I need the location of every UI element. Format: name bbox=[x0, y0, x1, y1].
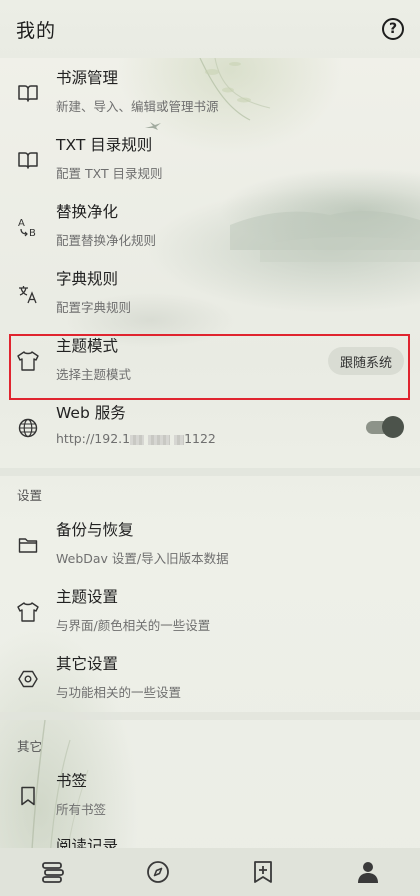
list-item-book-source[interactable]: 书源管理 新建、导入、编辑或管理书源 bbox=[0, 58, 420, 125]
item-label: TXT 目录规则 bbox=[56, 136, 153, 154]
url-suffix: 1122 bbox=[184, 431, 216, 446]
question-circle-icon[interactable]: ? bbox=[382, 18, 404, 40]
item-label: Web 服务 bbox=[56, 404, 126, 422]
item-label: 字典规则 bbox=[56, 270, 119, 288]
page-title: 我的 bbox=[16, 19, 57, 42]
list-item-backup-restore[interactable]: 备份与恢复 WebDav 设置/导入旧版本数据 bbox=[0, 510, 420, 577]
bookmark-icon bbox=[17, 785, 39, 807]
web-service-url: http://192.1 1122 bbox=[56, 431, 216, 446]
item-desc: 配置 TXT 目录规则 bbox=[56, 166, 163, 181]
list-item-theme-settings[interactable]: 主题设置 与界面/颜色相关的一些设置 bbox=[0, 577, 420, 644]
item-desc: 配置字典规则 bbox=[56, 300, 132, 315]
toggle-thumb bbox=[382, 416, 404, 438]
open-book-icon bbox=[17, 149, 39, 171]
compass-icon bbox=[146, 861, 169, 883]
tshirt-icon bbox=[17, 350, 39, 372]
list-item-bookmarks[interactable]: 书签 所有书签 bbox=[0, 761, 420, 828]
item-desc: 与功能相关的一些设置 bbox=[56, 685, 182, 700]
item-label: 书源管理 bbox=[56, 69, 119, 87]
list-item-replace-purify[interactable]: A B 替换净化 配置替换净化规则 bbox=[0, 192, 420, 259]
section-title-settings: 设置 bbox=[17, 488, 43, 503]
bookshelf-icon bbox=[41, 862, 64, 883]
nav-rss[interactable] bbox=[243, 852, 283, 892]
list-item-web-service[interactable]: Web 服务 http://192.1 1122 bbox=[0, 393, 420, 460]
section-divider bbox=[0, 468, 420, 476]
open-book-icon bbox=[17, 82, 39, 104]
svg-text:A: A bbox=[18, 218, 25, 229]
nav-bookshelf[interactable] bbox=[33, 852, 73, 892]
item-desc: 新建、导入、编辑或管理书源 bbox=[56, 99, 219, 114]
item-desc: 选择主题模式 bbox=[56, 367, 132, 382]
section-divider bbox=[0, 712, 420, 720]
item-desc: WebDav 设置/导入旧版本数据 bbox=[56, 551, 229, 566]
nav-my[interactable] bbox=[348, 852, 388, 892]
bottom-navigation bbox=[0, 848, 420, 896]
item-desc: 与界面/颜色相关的一些设置 bbox=[56, 618, 211, 633]
translate-icon bbox=[17, 283, 39, 305]
replace-ab-icon: A B bbox=[17, 216, 39, 238]
redacted-mask bbox=[174, 434, 185, 445]
redacted-mask bbox=[148, 434, 171, 445]
list-item-dict-rule[interactable]: 字典规则 配置字典规则 bbox=[0, 259, 420, 326]
tshirt-icon bbox=[17, 601, 39, 623]
list-item-read-record[interactable]: 阅读记录 bbox=[0, 828, 420, 848]
nav-discover[interactable] bbox=[138, 852, 178, 892]
svg-text:B: B bbox=[29, 228, 36, 238]
item-desc: 所有书签 bbox=[56, 802, 107, 817]
person-icon bbox=[357, 862, 378, 883]
item-label: 备份与恢复 bbox=[56, 521, 134, 539]
item-label: 主题设置 bbox=[56, 588, 119, 606]
app-header: 我的 ? bbox=[0, 0, 420, 58]
section-title-other: 其它 bbox=[17, 739, 43, 754]
redacted-mask bbox=[130, 434, 145, 445]
item-label: 替换净化 bbox=[56, 203, 119, 221]
web-service-toggle[interactable] bbox=[366, 416, 404, 438]
item-desc: 配置替换净化规则 bbox=[56, 233, 157, 248]
list-item-other-settings[interactable]: 其它设置 与功能相关的一些设置 bbox=[0, 644, 420, 711]
list-item-txt-toc-rule[interactable]: TXT 目录规则 配置 TXT 目录规则 bbox=[0, 125, 420, 192]
item-label: 阅读记录 bbox=[56, 837, 119, 848]
theme-mode-selector[interactable]: 跟随系统 bbox=[327, 347, 404, 375]
url-prefix: http://192.1 bbox=[56, 431, 131, 446]
globe-icon bbox=[17, 417, 39, 439]
item-label: 书签 bbox=[56, 772, 88, 790]
item-label: 其它设置 bbox=[56, 655, 119, 673]
bookmark-plus-icon bbox=[253, 861, 272, 883]
my-page-content: 书源管理 新建、导入、编辑或管理书源 TXT 目录规则 配置 TXT 目录规则 … bbox=[0, 58, 420, 848]
hexagon-gear-icon bbox=[17, 668, 39, 690]
item-label: 主题模式 bbox=[56, 337, 119, 355]
list-item-theme-mode[interactable]: 主题模式 选择主题模式 跟随系统 bbox=[0, 326, 420, 393]
folder-icon bbox=[17, 534, 39, 556]
